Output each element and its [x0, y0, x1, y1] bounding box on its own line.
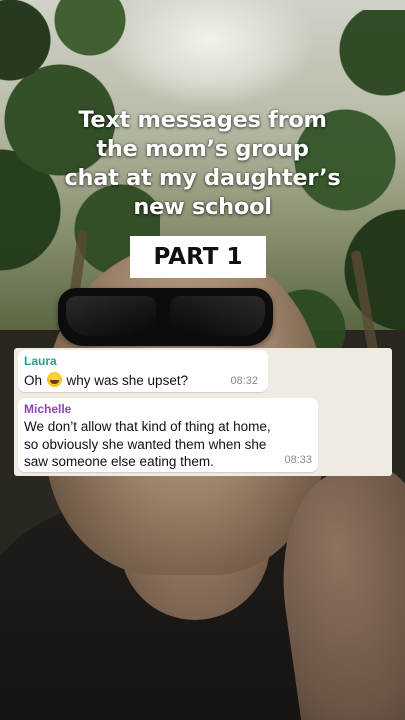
message-text-part: Oh	[24, 373, 46, 388]
message-line: so obviously she wanted them when she	[24, 436, 267, 452]
headline-line: chat at my daughter’s	[64, 165, 341, 191]
message-line: saw someone else eating them.	[24, 454, 214, 469]
message-text: Oh why was she upset?	[24, 372, 188, 390]
message-text: We don’t allow that kind of thing at hom…	[24, 418, 284, 471]
headline-line: new school	[133, 194, 272, 220]
headline-caption: Text messages from the mom’s group chat …	[20, 106, 385, 222]
sender-name: Laura	[24, 354, 57, 368]
message-timestamp: 08:33	[284, 454, 312, 466]
face-with-tears-of-joy-icon	[46, 372, 62, 387]
headline-line: Text messages from	[78, 107, 327, 133]
message-bubble: Laura Oh why was she upset? 08:32	[18, 350, 268, 392]
message-line: We don’t allow that kind of thing at hom…	[24, 419, 271, 434]
sender-name: Michelle	[24, 402, 72, 416]
headline-line: the mom’s group	[96, 136, 309, 162]
message-text-part: why was she upset?	[62, 373, 189, 388]
part-badge: PART 1	[130, 236, 266, 278]
message-bubble: Michelle We don’t allow that kind of thi…	[18, 398, 318, 472]
chat-screenshot: Laura Oh why was she upset? 08:32 Michel…	[14, 348, 392, 476]
sunglasses	[58, 288, 273, 346]
message-timestamp: 08:32	[230, 375, 258, 387]
